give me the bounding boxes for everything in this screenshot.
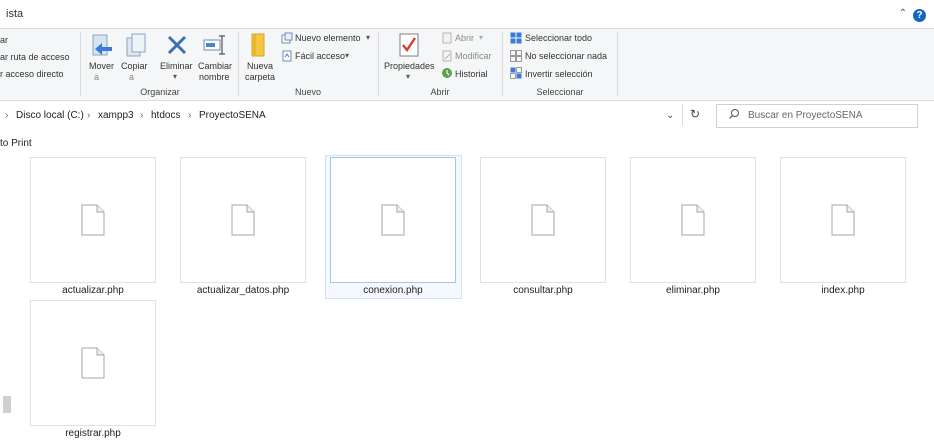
refresh-icon[interactable]: ↻ (690, 107, 700, 121)
file-tile[interactable] (480, 157, 606, 283)
file-name[interactable]: actualizar_datos.php (168, 285, 318, 296)
open-dropdown-icon[interactable]: ▾ (479, 33, 483, 42)
file-tile-selected[interactable] (330, 157, 456, 283)
paste-shortcut-button[interactable]: r acceso directo (0, 69, 64, 79)
file-name[interactable]: registrar.php (18, 428, 168, 439)
php-file-icon (681, 204, 705, 236)
breadcrumb-proyectosena[interactable]: ProyectoSENA (199, 110, 266, 121)
ribbon-separator (80, 32, 81, 96)
delete-dropdown-icon[interactable]: ▾ (173, 72, 177, 81)
tab-vista[interactable]: ista (6, 8, 23, 20)
new-item-button[interactable]: Nuevo elemento (295, 33, 361, 43)
php-file-icon (81, 204, 105, 236)
address-divider (682, 104, 683, 126)
invert-selection-icon (510, 67, 522, 79)
search-icon (728, 108, 740, 120)
new-folder-button[interactable]: Nueva (247, 61, 273, 71)
breadcrumb-chevron[interactable]: › (5, 110, 8, 121)
easy-access-dropdown-icon[interactable]: ▾ (345, 51, 349, 60)
address-dropdown-icon[interactable]: ⌄ (666, 110, 674, 121)
clipboard-top-label[interactable]: ar (0, 35, 8, 45)
php-file-icon (381, 204, 405, 236)
copy-to-button[interactable]: Copiar (121, 61, 148, 71)
file-name[interactable]: consultar.php (468, 285, 618, 296)
select-group-label: Seleccionar (536, 87, 584, 97)
file-tile[interactable] (30, 157, 156, 283)
select-all-button[interactable]: Seleccionar todo (525, 33, 592, 43)
edit-icon (441, 50, 453, 62)
new-folder-icon (249, 32, 267, 58)
select-all-icon (510, 32, 522, 44)
new-folder-button-line2[interactable]: carpeta (245, 72, 275, 82)
move-to-button[interactable]: Mover (89, 61, 114, 71)
properties-button[interactable]: Propiedades (384, 61, 435, 71)
easy-access-button[interactable]: Fácil acceso (295, 51, 345, 61)
copy-path-button[interactable]: ar ruta de acceso (0, 52, 70, 62)
properties-dropdown-icon[interactable]: ▾ (406, 72, 410, 81)
help-icon[interactable]: ? (913, 9, 926, 22)
open-group-label: Abrir (430, 87, 450, 97)
file-tile[interactable] (180, 157, 306, 283)
organize-group-label: Organizar (140, 87, 180, 97)
file-name[interactable]: eliminar.php (618, 285, 768, 296)
open-icon (441, 32, 453, 44)
history-button[interactable]: Historial (455, 69, 488, 79)
ribbon-separator (378, 32, 379, 96)
move-to-icon (90, 33, 114, 59)
nav-pane-scrollbar[interactable] (3, 396, 11, 413)
easy-access-icon (281, 50, 293, 62)
file-tile[interactable] (30, 300, 156, 426)
breadcrumb-local-disk[interactable]: Disco local (C:) (16, 110, 84, 121)
search-placeholder: Buscar en ProyectoSENA (748, 110, 863, 121)
copy-to-icon (124, 33, 148, 59)
nav-pane-item[interactable]: to Print (0, 138, 32, 149)
file-tile[interactable] (630, 157, 756, 283)
select-none-icon (510, 50, 522, 62)
ribbon-separator (502, 32, 503, 96)
breadcrumb-chevron[interactable]: › (140, 110, 143, 121)
properties-icon (399, 33, 419, 57)
file-name[interactable]: actualizar.php (18, 285, 168, 296)
php-file-icon (531, 204, 555, 236)
delete-icon (166, 34, 188, 56)
rename-button-line2[interactable]: nombre (199, 72, 230, 82)
copy-to-button-line2[interactable]: a (129, 72, 134, 82)
breadcrumb-chevron[interactable]: › (87, 110, 90, 121)
new-item-dropdown-icon[interactable]: ▾ (366, 33, 370, 42)
invert-selection-button[interactable]: Invertir selección (525, 69, 593, 79)
new-item-icon (281, 32, 293, 44)
rename-icon (203, 34, 227, 56)
ribbon-separator (238, 32, 239, 96)
breadcrumb-chevron[interactable]: › (188, 110, 191, 121)
ribbon-separator (617, 32, 618, 96)
breadcrumb-htdocs[interactable]: htdocs (151, 110, 180, 121)
collapse-ribbon-icon[interactable]: ⌃ (899, 8, 907, 19)
move-to-button-line2[interactable]: a (94, 72, 99, 82)
new-group-label: Nuevo (294, 87, 321, 97)
open-button[interactable]: Abrir (455, 33, 474, 43)
select-none-button[interactable]: No seleccionar nada (525, 51, 607, 61)
php-file-icon (831, 204, 855, 236)
history-icon (441, 67, 453, 79)
file-name[interactable]: conexion.php (318, 285, 468, 296)
edit-button[interactable]: Modificar (455, 51, 492, 61)
breadcrumb-xampp3[interactable]: xampp3 (98, 110, 134, 121)
php-file-icon (81, 347, 105, 379)
rename-button[interactable]: Cambiar (198, 61, 232, 71)
file-name[interactable]: index.php (768, 285, 918, 296)
ribbon-tab-bar (0, 0, 934, 28)
delete-button[interactable]: Eliminar (160, 61, 193, 71)
php-file-icon (231, 204, 255, 236)
file-tile[interactable] (780, 157, 906, 283)
